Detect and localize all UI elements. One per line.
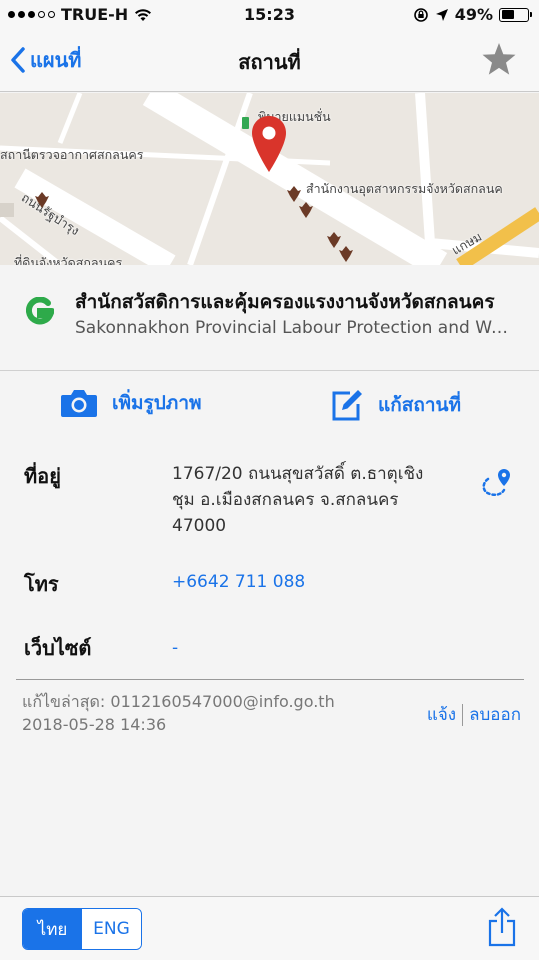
edit-icon [332, 390, 362, 421]
place-name-english: Sakonnakhon Provincial Labour Protection… [75, 318, 515, 338]
map-label: ที่ดินจังหวัดสกลนคร [14, 255, 123, 265]
app-logo-icon [26, 297, 54, 325]
location-arrow-icon [435, 8, 448, 21]
battery-level [501, 10, 514, 19]
language-switch: ไทย ENG [22, 908, 142, 950]
delete-link[interactable]: ลบออก [469, 701, 521, 728]
favorite-button[interactable] [481, 42, 517, 80]
language-english-button[interactable]: ENG [82, 909, 141, 949]
edit-place-label: แก้สถานที่ [378, 394, 462, 416]
battery-percent: 49% [454, 5, 493, 24]
battery-icon [499, 7, 532, 22]
share-icon [488, 907, 516, 947]
edit-place-button[interactable]: แก้สถานที่ [330, 388, 461, 422]
meta-actions: แจ้ง ลบออก [427, 701, 521, 728]
place-name-thai: สำนักสวัสดิการและคุ้มครองแรงงานจังหวัดสก… [75, 291, 495, 313]
last-edit-info: แก้ไขล่าสุด: 0112160547000@info.go.th 20… [22, 690, 335, 736]
government-poi-icon [299, 202, 313, 218]
phone-label: โทร [24, 572, 59, 596]
share-button[interactable] [487, 907, 517, 951]
last-edited-at: 2018-05-28 14:36 [22, 715, 167, 734]
location-pin-icon[interactable] [250, 115, 288, 173]
website-label: เว็บไซต์ [24, 636, 92, 660]
section-divider [16, 679, 524, 680]
government-poi-icon [339, 246, 353, 262]
address-line: 1767/20 ถนนสุขสวัสดิ์ ต.ธาตุเชิง [172, 464, 424, 484]
place-detail-screen: TRUE-H 15:23 49% แผนที่ สถานที่ พิมายแมน… [0, 0, 539, 960]
map-label: สถานีตรวจอากาศสกลนคร [0, 147, 144, 162]
map-view[interactable]: พิมายแมนชั่น สถานีตรวจอากาศสกลนคร ถนนรัฐ… [0, 93, 539, 265]
status-bar: TRUE-H 15:23 49% [0, 0, 539, 32]
language-thai-button[interactable]: ไทย [23, 909, 82, 949]
last-edited-by: แก้ไขล่าสุด: 0112160547000@info.go.th [22, 692, 335, 711]
website-link[interactable]: - [172, 635, 178, 661]
star-icon [482, 43, 516, 75]
address-line: 47000 [172, 516, 227, 536]
place-header: สำนักสวัสดิการและคุ้มครองแรงงานจังหวัดสก… [0, 265, 539, 371]
phone-link[interactable]: +6642 711 088 [172, 569, 305, 595]
status-right: 49% [413, 5, 532, 24]
link-separator [462, 703, 464, 726]
map-label: สำนักงานอุตสาหกรรมจังหวัดสกลนค [306, 181, 503, 196]
bottom-toolbar: ไทย ENG [0, 896, 539, 960]
navigation-bar: แผนที่ สถานที่ [0, 32, 539, 92]
page-title: สถานที่ [238, 50, 301, 74]
directions-button[interactable] [480, 466, 514, 504]
rotation-lock-icon [413, 7, 428, 22]
add-photo-button[interactable]: เพิ่มรูปภาพ [60, 388, 202, 418]
address-label: ที่อยู่ [24, 464, 61, 488]
address-value: 1767/20 ถนนสุขสวัสดิ์ ต.ธาตุเชิง ชุม อ.เ… [172, 461, 423, 539]
add-photo-label: เพิ่มรูปภาพ [112, 392, 202, 414]
government-poi-icon [35, 192, 49, 208]
route-icon [482, 469, 510, 497]
camera-icon [61, 390, 97, 417]
action-bar: เพิ่มรูปภาพ แก้สถานที่ [0, 371, 539, 441]
address-line: ชุม อ.เมืองสกลนคร จ.สกลนคร [172, 490, 399, 510]
report-link[interactable]: แจ้ง [427, 701, 456, 728]
